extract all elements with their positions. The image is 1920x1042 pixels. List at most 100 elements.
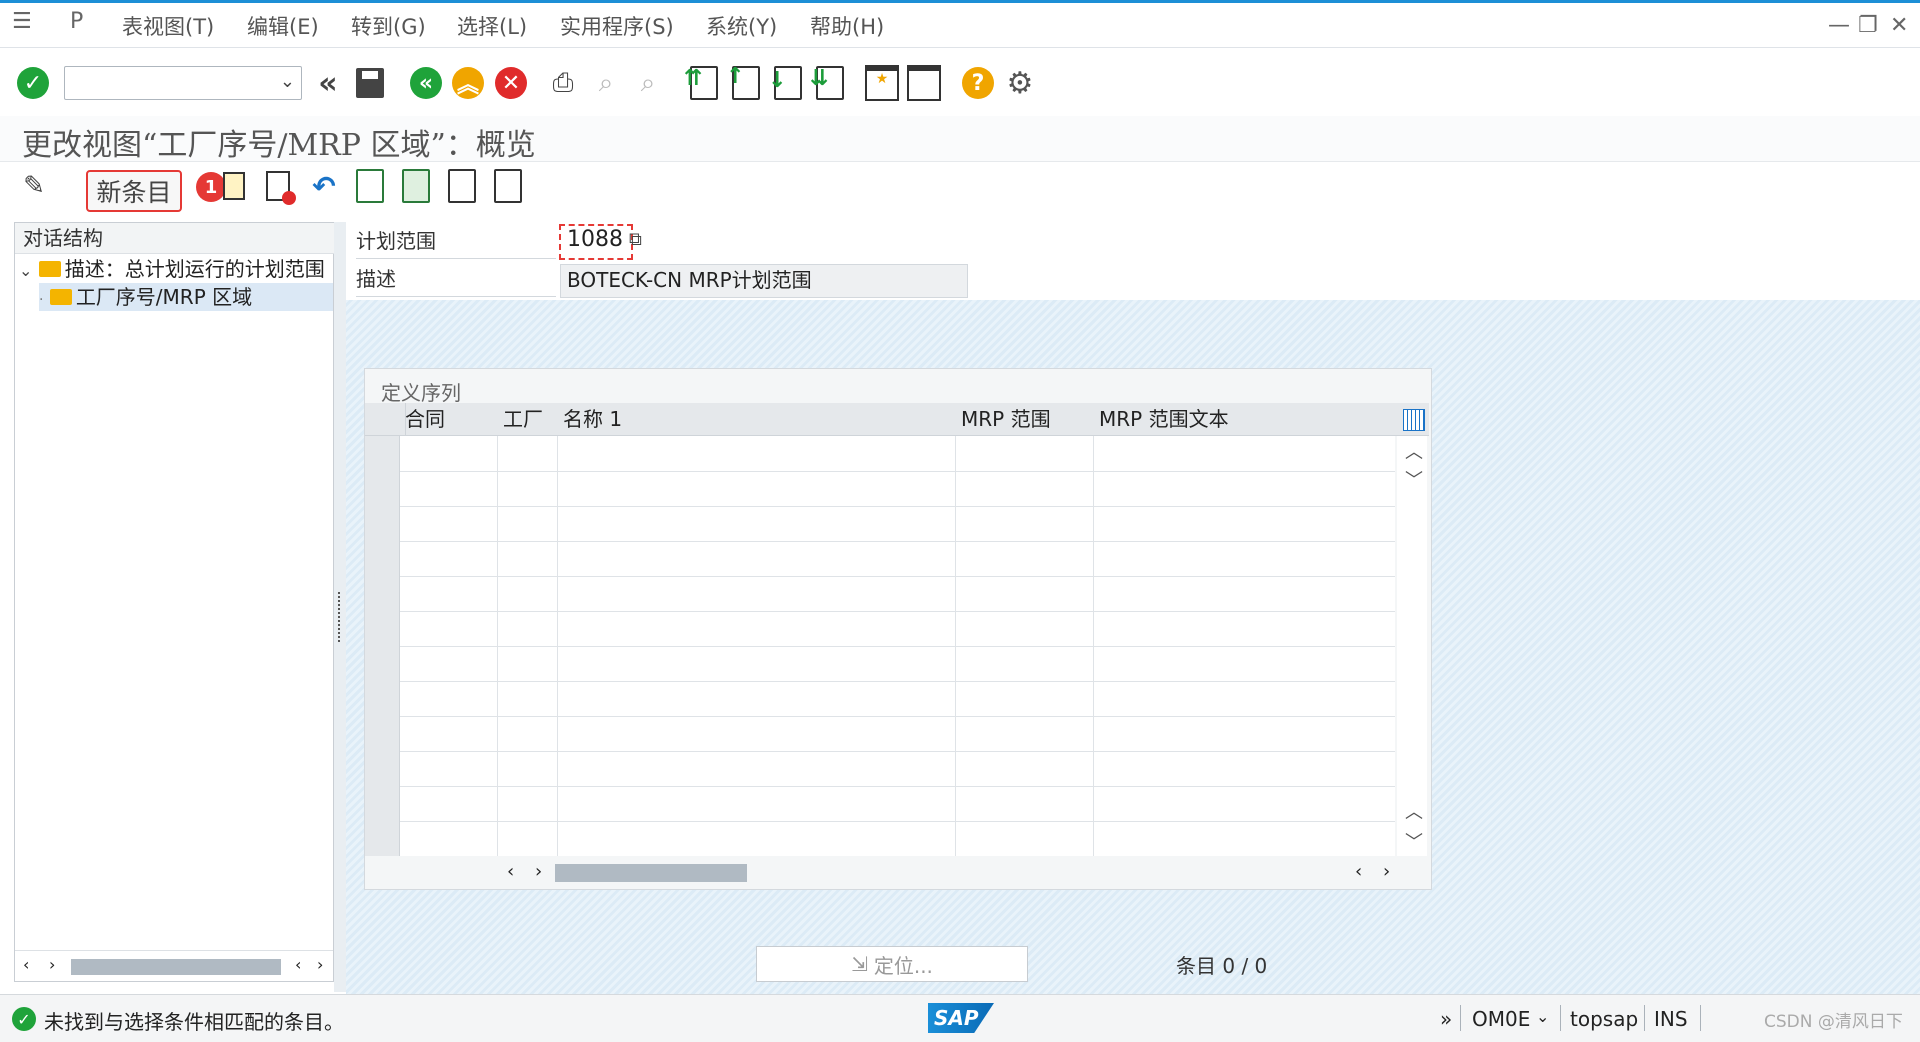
status-message[interactable]: 未找到与选择条件相匹配的条目。 bbox=[44, 1006, 344, 1035]
save-icon[interactable] bbox=[352, 65, 388, 101]
select-block-icon[interactable] bbox=[398, 168, 434, 204]
scroll-left-icon[interactable]: ‹ bbox=[507, 861, 514, 882]
row-selector[interactable] bbox=[365, 436, 400, 471]
settings-icon[interactable]: ⚙ bbox=[1002, 65, 1038, 101]
find-icon[interactable]: ⌕ bbox=[588, 65, 624, 101]
back-double-icon[interactable]: « bbox=[310, 65, 346, 101]
find-next-icon[interactable]: ⌕ bbox=[630, 65, 666, 101]
new-entry-button[interactable]: 新条目 bbox=[86, 170, 182, 212]
horizontal-scrollbar[interactable]: ‹ › ‹ › bbox=[365, 857, 1429, 887]
menu-goto[interactable]: 转到(G) bbox=[351, 11, 426, 41]
column-header-plant[interactable]: 工厂 bbox=[497, 403, 543, 435]
scroll-down-icon[interactable]: ﹀ bbox=[1405, 828, 1423, 854]
enter-icon[interactable]: ✓ bbox=[15, 65, 51, 101]
table-settings-icon[interactable] bbox=[1403, 409, 1425, 431]
deselect-all-icon[interactable] bbox=[444, 168, 480, 204]
table-row[interactable] bbox=[365, 681, 1395, 717]
restore-icon[interactable]: ❐ bbox=[1858, 13, 1878, 38]
position-button[interactable]: ⇲ 定位... bbox=[756, 946, 1028, 982]
chevron-down-icon[interactable]: ⌄ bbox=[19, 261, 32, 280]
shortcut-icon[interactable] bbox=[906, 65, 942, 101]
row-selector[interactable] bbox=[365, 681, 400, 716]
variant-icon[interactable] bbox=[490, 168, 526, 204]
copy-as-icon[interactable] bbox=[216, 168, 252, 204]
table-row[interactable] bbox=[365, 821, 1395, 856]
scroll-down-icon[interactable]: ﹀ bbox=[1405, 466, 1423, 492]
table-row[interactable] bbox=[365, 751, 1395, 787]
row-selector[interactable] bbox=[365, 506, 400, 541]
scroll-up-icon[interactable]: ︿ bbox=[1405, 798, 1423, 824]
column-header-mrp-area-text[interactable]: MRP 范围文本 bbox=[1093, 403, 1229, 435]
menu-icon[interactable]: ☰ bbox=[12, 9, 32, 34]
expand-status-icon[interactable]: » bbox=[1440, 1007, 1452, 1031]
scroll-thumb[interactable] bbox=[71, 959, 281, 975]
row-selector[interactable] bbox=[365, 541, 400, 576]
table-row[interactable] bbox=[365, 541, 1395, 577]
scroll-right-icon[interactable]: › bbox=[49, 955, 55, 974]
row-selector[interactable] bbox=[365, 786, 400, 821]
menu-utilities[interactable]: 实用程序(S) bbox=[560, 11, 674, 41]
table-row[interactable] bbox=[365, 786, 1395, 822]
select-all-icon[interactable] bbox=[352, 168, 388, 204]
tree-node-plan-scope[interactable]: ⌄ 描述：总计划运行的计划范围 bbox=[19, 255, 325, 283]
close-icon[interactable]: ✕ bbox=[1890, 13, 1908, 38]
scroll-right-icon[interactable]: › bbox=[317, 955, 323, 974]
exit-icon[interactable]: ︽ bbox=[450, 65, 486, 101]
prev-page-icon[interactable]: ↑ bbox=[726, 64, 764, 101]
value-help-icon[interactable]: ⧉ bbox=[629, 229, 642, 250]
command-field[interactable]: ⌄ bbox=[64, 66, 302, 100]
scroll-up-icon[interactable]: ︿ bbox=[1405, 438, 1423, 464]
personalize-icon[interactable]: P bbox=[70, 9, 83, 34]
splitter-grip[interactable] bbox=[338, 592, 344, 642]
back-icon[interactable]: « bbox=[408, 65, 444, 101]
cancel-icon[interactable]: ✕ bbox=[493, 65, 529, 101]
tree-node-plant-mrp-area[interactable]: · 工厂序号/MRP 区域 bbox=[39, 283, 333, 311]
row-selector[interactable] bbox=[365, 471, 400, 506]
delete-icon[interactable] bbox=[260, 168, 296, 205]
row-selector[interactable] bbox=[365, 576, 400, 611]
transaction-code[interactable]: OM0E bbox=[1472, 1007, 1530, 1031]
scroll-left-icon[interactable]: ‹ bbox=[1355, 861, 1362, 882]
scroll-left-icon[interactable]: ‹ bbox=[295, 955, 301, 974]
menu-table-view[interactable]: 表视图(T) bbox=[122, 11, 214, 41]
scroll-right-icon[interactable]: › bbox=[1383, 861, 1390, 882]
horizontal-scrollbar[interactable]: ‹ › ‹ › bbox=[15, 950, 333, 981]
column-header-mrp-area[interactable]: MRP 范围 bbox=[955, 403, 1051, 435]
row-selector[interactable] bbox=[365, 716, 400, 751]
menu-selection[interactable]: 选择(L) bbox=[457, 11, 527, 41]
table-row[interactable] bbox=[365, 471, 1395, 507]
vertical-scrollbar[interactable]: ︿ ﹀ ︿ ﹀ bbox=[1397, 436, 1427, 856]
table-row[interactable] bbox=[365, 506, 1395, 542]
scroll-thumb[interactable] bbox=[555, 864, 747, 882]
table-row[interactable] bbox=[365, 611, 1395, 647]
table-row[interactable] bbox=[365, 576, 1395, 612]
row-selector[interactable] bbox=[365, 611, 400, 646]
help-icon[interactable]: ? bbox=[960, 65, 996, 101]
menu-system[interactable]: 系统(Y) bbox=[706, 11, 777, 41]
first-page-icon[interactable]: ⇈ bbox=[684, 65, 722, 101]
row-selector[interactable] bbox=[365, 751, 400, 786]
undo-icon[interactable]: ↶ bbox=[306, 168, 342, 204]
row-selector[interactable] bbox=[365, 821, 400, 856]
insert-mode[interactable]: INS bbox=[1654, 1007, 1688, 1031]
next-page-icon[interactable]: ↓ bbox=[768, 65, 806, 101]
panel-splitter[interactable] bbox=[334, 222, 346, 992]
column-header-name1[interactable]: 名称 1 bbox=[557, 403, 622, 435]
chevron-down-icon[interactable]: ⌄ bbox=[280, 71, 295, 92]
table-row[interactable] bbox=[365, 716, 1395, 752]
display-change-icon[interactable]: ✎ bbox=[16, 168, 52, 204]
table-row[interactable] bbox=[365, 436, 1395, 472]
last-page-icon[interactable]: ⇊ bbox=[810, 65, 848, 101]
plan-scope-field[interactable]: 1088 bbox=[559, 224, 633, 260]
menu-help[interactable]: 帮助(H) bbox=[810, 11, 884, 41]
print-icon[interactable]: ⎙ bbox=[545, 65, 581, 101]
scroll-left-icon[interactable]: ‹ bbox=[23, 955, 29, 974]
scroll-right-icon[interactable]: › bbox=[535, 861, 542, 882]
table-row[interactable] bbox=[365, 646, 1395, 682]
menu-edit[interactable]: 编辑(E) bbox=[247, 11, 319, 41]
chevron-down-icon[interactable]: ⌄ bbox=[1536, 1007, 1549, 1026]
column-header-contract[interactable]: 合同 bbox=[399, 403, 445, 435]
minimize-icon[interactable]: — bbox=[1828, 13, 1850, 38]
new-session-icon[interactable]: ★ bbox=[864, 65, 900, 101]
row-selector[interactable] bbox=[365, 646, 400, 681]
